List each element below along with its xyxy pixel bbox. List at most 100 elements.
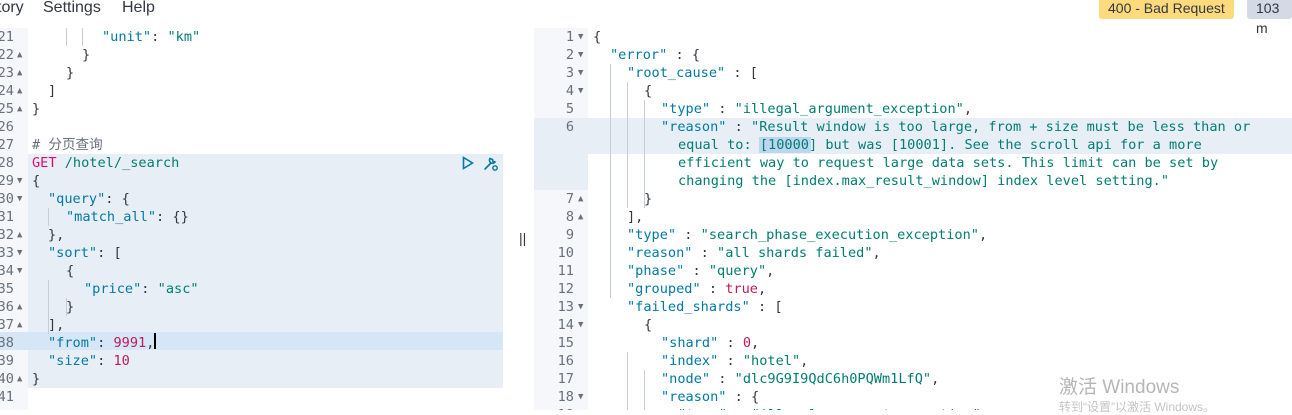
request-line: 41 bbox=[0, 388, 512, 406]
fold-close-icon[interactable]: ▲ bbox=[578, 208, 583, 226]
code-token: : { bbox=[726, 389, 760, 405]
code-text: "unit": "km" bbox=[102, 28, 200, 46]
code-text: changing the [index.max_result_window] i… bbox=[678, 172, 1169, 190]
code-text: "from": 9991, bbox=[48, 334, 154, 352]
request-line: 38 "from": 9991, bbox=[0, 334, 512, 352]
code-token: , bbox=[800, 353, 809, 369]
fold-open-icon[interactable]: ▼ bbox=[578, 64, 583, 82]
response-line: 15 "shard" : 0, bbox=[534, 334, 1292, 352]
fold-open-icon[interactable]: ▼ bbox=[17, 190, 22, 208]
fold-open-icon[interactable]: ▼ bbox=[17, 262, 22, 280]
fold-open-icon[interactable]: ▼ bbox=[578, 28, 583, 46]
code-token: : bbox=[97, 353, 114, 369]
response-line: 2 ▼ "error" : { bbox=[534, 46, 1292, 64]
request-line: 32 ▲}, bbox=[0, 226, 512, 244]
menu-settings[interactable]: Settings bbox=[43, 0, 101, 17]
code-token: # 分页查询 bbox=[32, 137, 103, 153]
fold-open-icon[interactable]: ▼ bbox=[17, 172, 22, 190]
line-number: 2 bbox=[565, 47, 574, 63]
line-number: 31 bbox=[0, 209, 14, 225]
code-token: "query" bbox=[48, 191, 106, 207]
response-line: 9 "type" : "search_phase_execution_except… bbox=[534, 226, 1292, 244]
code-text: "node" : "dlc9G9I9QdC6h0PQWm1LfQ", bbox=[661, 370, 939, 388]
request-line: 33 ▼ "sort": [ bbox=[0, 244, 512, 262]
code-token: } bbox=[66, 65, 75, 81]
code-token: : bbox=[726, 119, 752, 135]
code-token: "all shards failed" bbox=[717, 245, 873, 261]
fold-close-icon[interactable]: ▲ bbox=[17, 82, 22, 100]
code-token: /hotel/_search bbox=[64, 155, 180, 171]
request-line: 40 ▲} bbox=[0, 370, 512, 388]
fold-close-icon[interactable]: ▲ bbox=[17, 316, 22, 334]
indent-guide bbox=[66, 28, 67, 46]
menu-history[interactable]: tory bbox=[0, 0, 24, 17]
status-badge: 400 - Bad Request bbox=[1099, 0, 1234, 19]
fold-open-icon[interactable]: ▼ bbox=[578, 388, 583, 406]
code-text: # 分页查询 bbox=[32, 136, 103, 154]
code-token: 9991 bbox=[113, 335, 147, 351]
fold-close-icon[interactable]: ▲ bbox=[17, 226, 22, 244]
code-token: , bbox=[146, 335, 155, 351]
fold-open-icon[interactable]: ▼ bbox=[17, 244, 22, 262]
request-line: 37 ▲], bbox=[0, 316, 512, 334]
menu-bar: tory Settings Help 400 - Bad Request 103… bbox=[0, 0, 1292, 36]
fold-open-icon[interactable]: ▼ bbox=[578, 298, 583, 316]
code-token: "failed_shards" bbox=[627, 299, 750, 315]
fold-close-icon[interactable]: ▲ bbox=[17, 370, 22, 388]
code-token: "type" bbox=[661, 101, 711, 117]
response-viewer[interactable]: 1 ▼{2 ▼ "error" : {3 ▼ "root_cause" : [4 ▼{5 "t… bbox=[534, 28, 1292, 410]
line-number: 24 bbox=[0, 83, 14, 99]
code-text: "sort": [ bbox=[48, 244, 122, 262]
code-token: "hotel" bbox=[742, 353, 801, 369]
line-number: 7 bbox=[565, 191, 574, 207]
fold-close-icon[interactable]: ▲ bbox=[17, 64, 22, 82]
fold-close-icon[interactable]: ▲ bbox=[17, 100, 22, 118]
code-text: { bbox=[644, 82, 652, 100]
code-token: "unit" bbox=[102, 29, 152, 45]
code-token: ] bbox=[48, 83, 57, 99]
code-text: } bbox=[644, 190, 652, 208]
code-text: "query": { bbox=[48, 190, 130, 208]
code-token: "price" bbox=[84, 281, 142, 297]
code-text: } bbox=[66, 298, 74, 316]
code-token: "reason" bbox=[661, 389, 727, 405]
request-line: 34 ▼ { bbox=[0, 262, 512, 280]
response-line: 5 "type" : "illegal_argument_exception", bbox=[534, 100, 1292, 118]
code-token: "index" bbox=[661, 353, 719, 369]
code-token: "asc" bbox=[157, 281, 199, 297]
code-token: : bbox=[700, 281, 726, 297]
code-text: "type" : "search_phase_execution_excepti… bbox=[627, 226, 987, 244]
code-token: "search_phase_execution_exception" bbox=[700, 227, 979, 243]
code-token: "illegal_argument_exception" bbox=[734, 101, 964, 117]
fold-open-icon[interactable]: ▼ bbox=[578, 316, 583, 334]
fold-open-icon[interactable]: ▼ bbox=[578, 46, 583, 64]
code-text: } bbox=[66, 64, 74, 82]
code-token: } bbox=[32, 371, 41, 387]
code-text: "failed_shards" : [ bbox=[627, 298, 783, 316]
code-text: "reason" : { bbox=[661, 388, 759, 406]
code-text: "phase" : "query", bbox=[627, 262, 774, 280]
request-editor[interactable]: 21 "unit": "km" 22 ▲} 23 ▲} 24 ▲] 25 ▲} 26 27 # 分页查询… bbox=[0, 28, 512, 410]
fold-close-icon[interactable]: ▲ bbox=[578, 190, 583, 208]
code-token: : bbox=[151, 29, 168, 45]
code-text: "root_cause" : [ bbox=[627, 64, 758, 82]
pane-resizer[interactable]: || bbox=[519, 230, 526, 246]
code-token: { bbox=[644, 83, 653, 99]
line-number: 16 bbox=[557, 353, 574, 369]
code-token: "root_cause" bbox=[627, 65, 726, 81]
menu-help[interactable]: Help bbox=[122, 0, 155, 17]
line-number: 17 bbox=[557, 371, 574, 387]
code-token: : [ bbox=[97, 245, 122, 261]
fold-close-icon[interactable]: ▲ bbox=[17, 298, 22, 316]
line-number: 18 bbox=[557, 389, 574, 405]
code-text: "grouped" : true, bbox=[627, 280, 766, 298]
line-number: 19 bbox=[534, 406, 574, 410]
code-token: equal to: [10000] but was [10001]. See t… bbox=[678, 137, 1202, 153]
code-token: } bbox=[32, 101, 41, 117]
fold-close-icon[interactable]: ▲ bbox=[17, 46, 22, 64]
fold-open-icon[interactable]: ▼ bbox=[578, 82, 583, 100]
line-number: 5 bbox=[565, 101, 574, 117]
code-token: 0 bbox=[742, 335, 752, 351]
code-token: "reason" bbox=[627, 245, 693, 261]
